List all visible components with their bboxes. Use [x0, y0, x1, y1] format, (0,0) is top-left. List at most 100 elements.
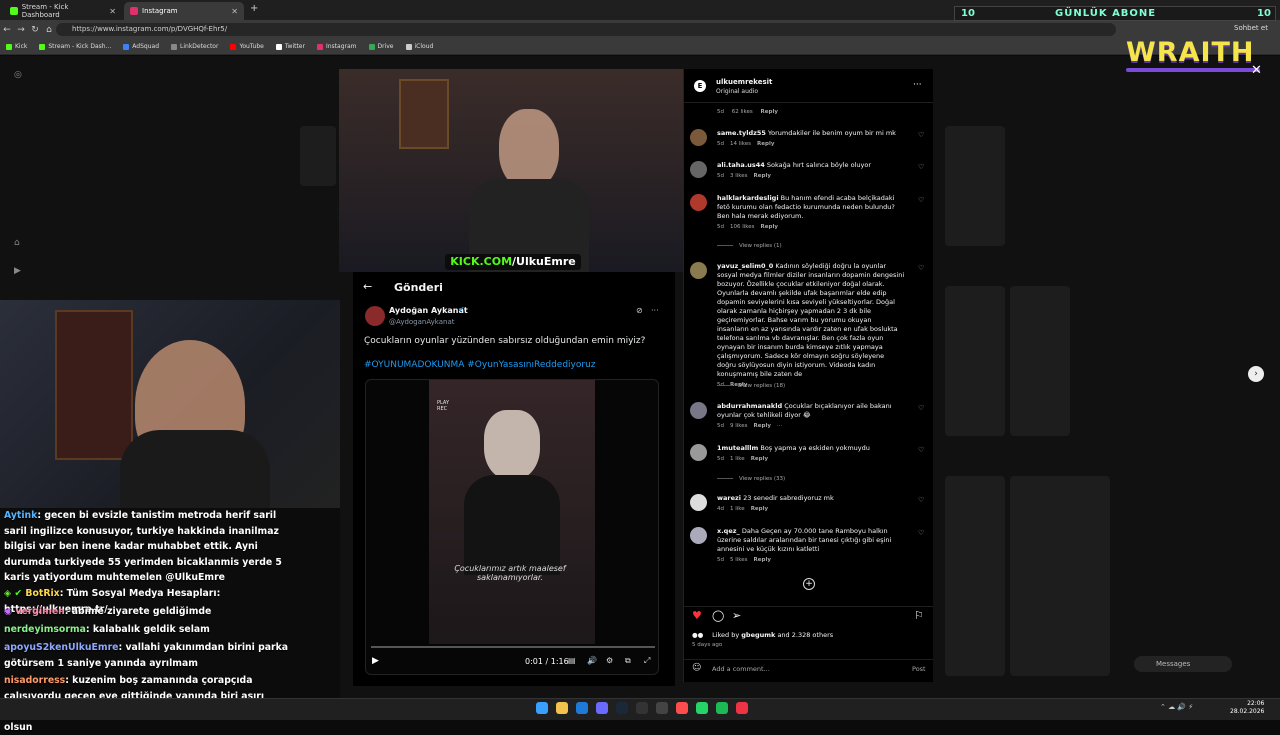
- liked-by-user[interactable]: gbegumk: [741, 631, 775, 639]
- reply-button[interactable]: Reply: [761, 109, 778, 115]
- captions-icon[interactable]: ▤: [568, 656, 576, 665]
- chrome-icon[interactable]: [736, 702, 748, 714]
- view-replies-button[interactable]: View replies (33): [717, 475, 785, 484]
- start-menu-icon[interactable]: [536, 702, 548, 714]
- comment-username[interactable]: warezi: [717, 494, 741, 502]
- sohbet-button[interactable]: Sohbet et: [1234, 24, 1268, 32]
- spotify-icon[interactable]: [716, 702, 728, 714]
- like-heart-icon[interactable]: ♡: [918, 446, 924, 455]
- avatar[interactable]: E: [694, 80, 706, 92]
- avatar[interactable]: [690, 527, 707, 544]
- bookmark-icloud[interactable]: iCloud: [405, 43, 433, 50]
- like-heart-icon[interactable]: ♡: [918, 496, 924, 505]
- system-tray-icons[interactable]: ⌃ ☁ 🔊 ⚡: [1160, 703, 1193, 711]
- like-heart-icon[interactable]: ♡: [918, 529, 924, 538]
- back-arrow-icon[interactable]: ←: [0, 25, 14, 35]
- comment-username[interactable]: ali.taha.us44: [717, 161, 765, 169]
- close-icon[interactable]: ✕: [1251, 63, 1262, 78]
- app-icon[interactable]: [656, 702, 668, 714]
- post-comment-button[interactable]: Post: [912, 665, 926, 673]
- tab-kick-dashboard[interactable]: Stream - Kick Dashboard ✕: [4, 2, 122, 20]
- comment-username[interactable]: 1mutealllm: [717, 444, 758, 452]
- avatar[interactable]: [690, 262, 707, 279]
- video-progress-bar[interactable]: [371, 646, 655, 648]
- terminal-icon[interactable]: [636, 702, 648, 714]
- comment-username[interactable]: abdurrahmanakld: [717, 402, 782, 410]
- bookmark-instagram[interactable]: Instagram: [316, 43, 357, 50]
- view-replies-button[interactable]: View replies (18): [717, 382, 785, 391]
- fullscreen-icon[interactable]: ⤢: [644, 656, 650, 666]
- settings-gear-icon[interactable]: ⚙: [606, 656, 613, 665]
- edge-icon[interactable]: [576, 702, 588, 714]
- more-options-icon[interactable]: ···: [651, 306, 659, 315]
- reply-button[interactable]: Reply: [751, 506, 768, 512]
- reply-button[interactable]: Reply: [754, 173, 771, 179]
- tweet-author-name[interactable]: Aydoğan Aykanat: [389, 306, 468, 315]
- volume-icon[interactable]: 🔊: [587, 656, 597, 665]
- reply-button[interactable]: Reply: [757, 141, 774, 147]
- url-input[interactable]: https://www.instagram.com/p/DVGHQf-Ehr5/: [56, 23, 1116, 36]
- share-send-icon[interactable]: ➢: [732, 609, 741, 622]
- comment-username[interactable]: same.tyldz55: [717, 129, 766, 137]
- avatar[interactable]: [690, 161, 707, 178]
- bookmark-save-icon[interactable]: ⚐: [914, 609, 924, 622]
- messages-button[interactable]: Messages: [1134, 656, 1232, 672]
- avatar[interactable]: [690, 402, 707, 419]
- avatar[interactable]: [365, 306, 385, 326]
- bookmark-twitter[interactable]: Twitter: [275, 43, 305, 50]
- instagram-logo-icon[interactable]: ◎: [14, 70, 22, 80]
- emoji-icon[interactable]: ☺: [692, 663, 701, 673]
- avatar[interactable]: [690, 129, 707, 146]
- new-tab-button[interactable]: +: [250, 3, 258, 14]
- tweet-author-handle[interactable]: @AydoganAykanat: [389, 318, 455, 326]
- pip-icon[interactable]: ⧉: [625, 656, 631, 666]
- home-nav-icon[interactable]: ⌂: [14, 238, 20, 248]
- grok-icon[interactable]: ⊘: [636, 306, 643, 315]
- reels-nav-icon[interactable]: ▶: [14, 266, 21, 276]
- like-heart-icon[interactable]: ♡: [918, 196, 924, 205]
- post-username[interactable]: ulkuemrekesit: [716, 78, 772, 86]
- avatar[interactable]: [690, 194, 707, 211]
- close-tab-icon[interactable]: ✕: [231, 7, 238, 16]
- more-options-icon[interactable]: ···: [777, 423, 782, 429]
- reload-icon[interactable]: ↻: [28, 25, 42, 35]
- bookmark-youtube[interactable]: YouTube: [230, 43, 264, 50]
- add-comment-input[interactable]: Add a comment...: [712, 665, 770, 673]
- comment-username[interactable]: x.qez_: [717, 527, 740, 535]
- tweet-hashtags[interactable]: #OYUNUMADOKUNMA #OyunYasasınıReddediyoru…: [364, 360, 596, 370]
- tab-instagram[interactable]: Instagram ✕: [124, 2, 244, 20]
- play-icon[interactable]: ▶: [372, 656, 379, 666]
- obs-icon[interactable]: [676, 702, 688, 714]
- whatsapp-icon[interactable]: [696, 702, 708, 714]
- avatar[interactable]: [690, 444, 707, 461]
- discord-icon[interactable]: [596, 702, 608, 714]
- like-heart-icon[interactable]: ♡: [918, 131, 924, 140]
- comment-username[interactable]: yavuz_selim0_0: [717, 262, 773, 270]
- back-arrow-icon[interactable]: ←: [363, 280, 372, 293]
- steam-icon[interactable]: [616, 702, 628, 714]
- forward-arrow-icon[interactable]: →: [14, 25, 28, 35]
- comment-bubble-icon[interactable]: ◯: [712, 609, 724, 622]
- comment-username[interactable]: halklarkardesligi: [717, 194, 779, 202]
- reply-button[interactable]: Reply: [754, 557, 771, 563]
- like-heart-icon[interactable]: ♡: [918, 163, 924, 172]
- reply-button[interactable]: Reply: [754, 423, 771, 429]
- next-post-arrow-icon[interactable]: ›: [1248, 366, 1264, 382]
- bookmark-adsquad[interactable]: AdSquad: [123, 43, 159, 50]
- like-heart-icon[interactable]: ♡: [918, 264, 924, 273]
- view-replies-button[interactable]: View replies (1): [717, 242, 782, 251]
- original-audio-label[interactable]: Original audio: [716, 88, 758, 95]
- close-tab-icon[interactable]: ✕: [109, 7, 116, 16]
- reply-button[interactable]: Reply: [761, 224, 778, 230]
- taskbar-clock[interactable]: 22:06 28.02.2026: [1230, 700, 1264, 716]
- reply-button[interactable]: Reply: [751, 456, 768, 462]
- bookmark-linkdetector[interactable]: LinkDetector: [171, 43, 218, 50]
- avatar[interactable]: [690, 494, 707, 511]
- more-options-icon[interactable]: ···: [913, 80, 922, 90]
- like-heart-icon[interactable]: ♡: [918, 404, 924, 413]
- bookmark-drive[interactable]: Drive: [368, 43, 394, 50]
- like-heart-icon[interactable]: ♥: [692, 609, 702, 622]
- home-icon[interactable]: ⌂: [42, 25, 56, 35]
- load-more-comments-icon[interactable]: +: [803, 578, 815, 590]
- file-explorer-icon[interactable]: [556, 702, 568, 714]
